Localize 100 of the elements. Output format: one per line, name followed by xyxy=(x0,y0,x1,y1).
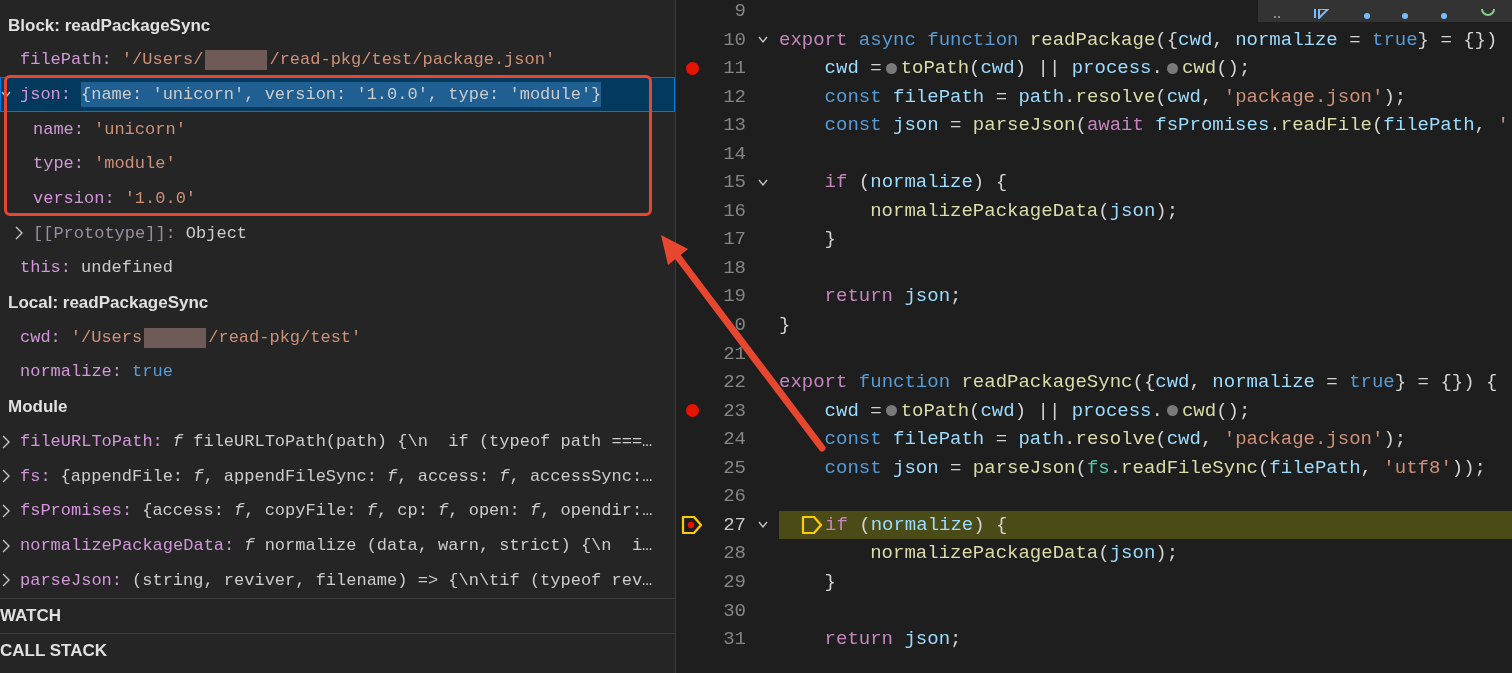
variable-row[interactable]: fileURLToPath: f fileURLToPath(path) {\n if (typeof path ===… xyxy=(0,424,653,459)
code-token: (); xyxy=(1216,398,1251,424)
variable-name: fs: xyxy=(20,465,51,488)
code-token: ) { xyxy=(973,512,1008,538)
variable-row[interactable]: version: '1.0.0' xyxy=(0,181,197,217)
variable-row[interactable]: name: 'unicorn' xyxy=(0,112,186,147)
variable-row[interactable]: fs: {appendFile: f, appendFileSync: f, access: f, accessSync:… xyxy=(0,458,653,494)
chevron-right-icon[interactable] xyxy=(1,573,11,588)
line-number: 12 xyxy=(723,84,746,110)
code-token: ( xyxy=(1257,455,1270,481)
code-token: process xyxy=(1070,398,1152,424)
code-token: parseJson xyxy=(971,455,1076,481)
code-token: } xyxy=(779,313,791,339)
breakpoint-icon[interactable] xyxy=(685,61,699,75)
line-number: 14 xyxy=(723,141,746,167)
variable-row[interactable]: parseJson: (string, reviver, filename) => {\n\tif (typeof rev… xyxy=(0,563,653,598)
variable-value: '/Users xyxy=(70,326,143,349)
code-token: cwd xyxy=(823,56,859,82)
code-token: await xyxy=(1086,113,1144,139)
variable-row[interactable]: cwd: '/Users /read-pkg/test' xyxy=(0,320,362,355)
code-token: , xyxy=(1200,427,1213,453)
code-token: ( xyxy=(1098,541,1110,567)
code-token: ( xyxy=(858,512,871,538)
scope-header[interactable]: Local: readPackageSync xyxy=(8,290,209,316)
variable-row[interactable]: normalizePackageData: f normalize (data, warn, strict) {\n i… xyxy=(0,528,653,563)
code-token: const xyxy=(823,427,882,453)
variable-name: fileURLToPath: xyxy=(20,430,163,453)
code-token: filePath xyxy=(892,427,985,453)
section-header[interactable]: WATCH xyxy=(0,602,62,629)
drag-handle-icon[interactable] xyxy=(1274,16,1281,19)
line-number: 28 xyxy=(723,541,746,567)
line-number: 17 xyxy=(723,227,746,253)
chevron-right-icon[interactable] xyxy=(1,538,11,553)
variable-name: json: xyxy=(20,83,71,106)
variable-row[interactable]: type: 'module' xyxy=(0,146,176,182)
line-number: 26 xyxy=(723,484,746,510)
step-out-icon[interactable] xyxy=(1440,13,1447,19)
code-token: readPackage xyxy=(1028,27,1156,53)
scope-header[interactable]: Block: readPackageSync xyxy=(8,12,211,39)
chevron-right-icon[interactable] xyxy=(1,434,11,449)
section-header[interactable]: CALL STACK xyxy=(0,637,108,664)
variable-row[interactable]: [[Prototype]]: Object xyxy=(0,216,248,251)
inline-breakpoint-icon[interactable] xyxy=(885,62,897,74)
variable-value: 'module' xyxy=(94,153,176,176)
variable-value: {appendFile: f, appendFileSync: f, access: f, accessSync:… xyxy=(60,465,653,488)
line-number: 21 xyxy=(723,341,746,367)
code-token: json xyxy=(903,284,951,310)
code-token: json xyxy=(892,455,939,481)
line-number: 11 xyxy=(723,56,746,82)
code-token: ' xyxy=(1496,113,1509,139)
variable-row[interactable]: json: {name: 'unicorn', version: '1.0.0', type: 'module'} xyxy=(0,77,675,113)
variable-row[interactable]: fsPromises: {access: f, copyFile: f, cp: f, open: f, opendir:… xyxy=(0,493,653,529)
step-into-icon[interactable] xyxy=(1402,13,1409,19)
code-token: = xyxy=(1348,27,1361,53)
code-token: readFile xyxy=(1280,113,1372,139)
code-token: if xyxy=(825,512,848,538)
variable-name: name: xyxy=(33,118,84,141)
code-token: = xyxy=(994,84,1008,110)
code-token: filePath xyxy=(1383,113,1475,139)
line-number: 22 xyxy=(723,370,746,396)
code-token: = xyxy=(869,56,882,82)
code-token: json xyxy=(1109,198,1156,224)
code-token: ); xyxy=(1383,427,1407,453)
variable-name: this: xyxy=(20,257,71,280)
paused-breakpoint-icon[interactable] xyxy=(681,515,703,536)
code-token: ( xyxy=(1155,84,1167,110)
code-token: readFileSync xyxy=(1121,455,1258,481)
code-token: } = {}) { xyxy=(1394,370,1498,396)
variable-row[interactable]: normalize: true xyxy=(0,354,173,390)
code-token: , xyxy=(1360,455,1372,481)
inline-breakpoint-icon[interactable] xyxy=(1166,405,1178,417)
step-over-icon[interactable] xyxy=(1363,13,1370,19)
line-number: 29 xyxy=(723,569,746,595)
code-token: export xyxy=(779,27,848,53)
continue-icon[interactable] xyxy=(1313,9,1331,19)
restart-icon[interactable] xyxy=(1479,9,1496,19)
breakpoint-icon[interactable] xyxy=(685,404,699,418)
inline-breakpoint-icon[interactable] xyxy=(885,405,897,417)
scope-header[interactable]: Module xyxy=(8,394,68,420)
code-token: = xyxy=(949,113,962,139)
variable-value: '1.0.0' xyxy=(124,188,197,211)
code-token: function xyxy=(857,370,951,396)
chevron-right-icon[interactable] xyxy=(1,469,11,484)
chevron-right-icon[interactable] xyxy=(1,503,11,518)
code-token: toPath xyxy=(900,398,970,424)
code-token: cwd xyxy=(980,398,1015,424)
code-token: ( xyxy=(1371,113,1384,139)
variable-name: fsPromises: xyxy=(20,500,133,523)
code-token: 'package.json' xyxy=(1222,84,1384,110)
code-token: toPath xyxy=(900,56,970,82)
inline-breakpoint-icon[interactable] xyxy=(1166,62,1178,74)
line-number: 0 xyxy=(734,313,746,339)
chevron-right-icon[interactable] xyxy=(14,226,24,241)
code-token: cwd xyxy=(1178,27,1213,53)
variable-value: {access: f, copyFile: f, cp: f, open: f, opendir:… xyxy=(142,500,653,523)
code-token: , xyxy=(1474,113,1486,139)
variable-row[interactable]: this: undefined xyxy=(0,250,173,286)
variable-row[interactable]: filePath: '/Users/ /read-pkg/test/package.json' xyxy=(0,42,556,78)
code-token: readPackageSync xyxy=(960,370,1133,396)
code-token: normalizePackageData xyxy=(869,198,1099,224)
